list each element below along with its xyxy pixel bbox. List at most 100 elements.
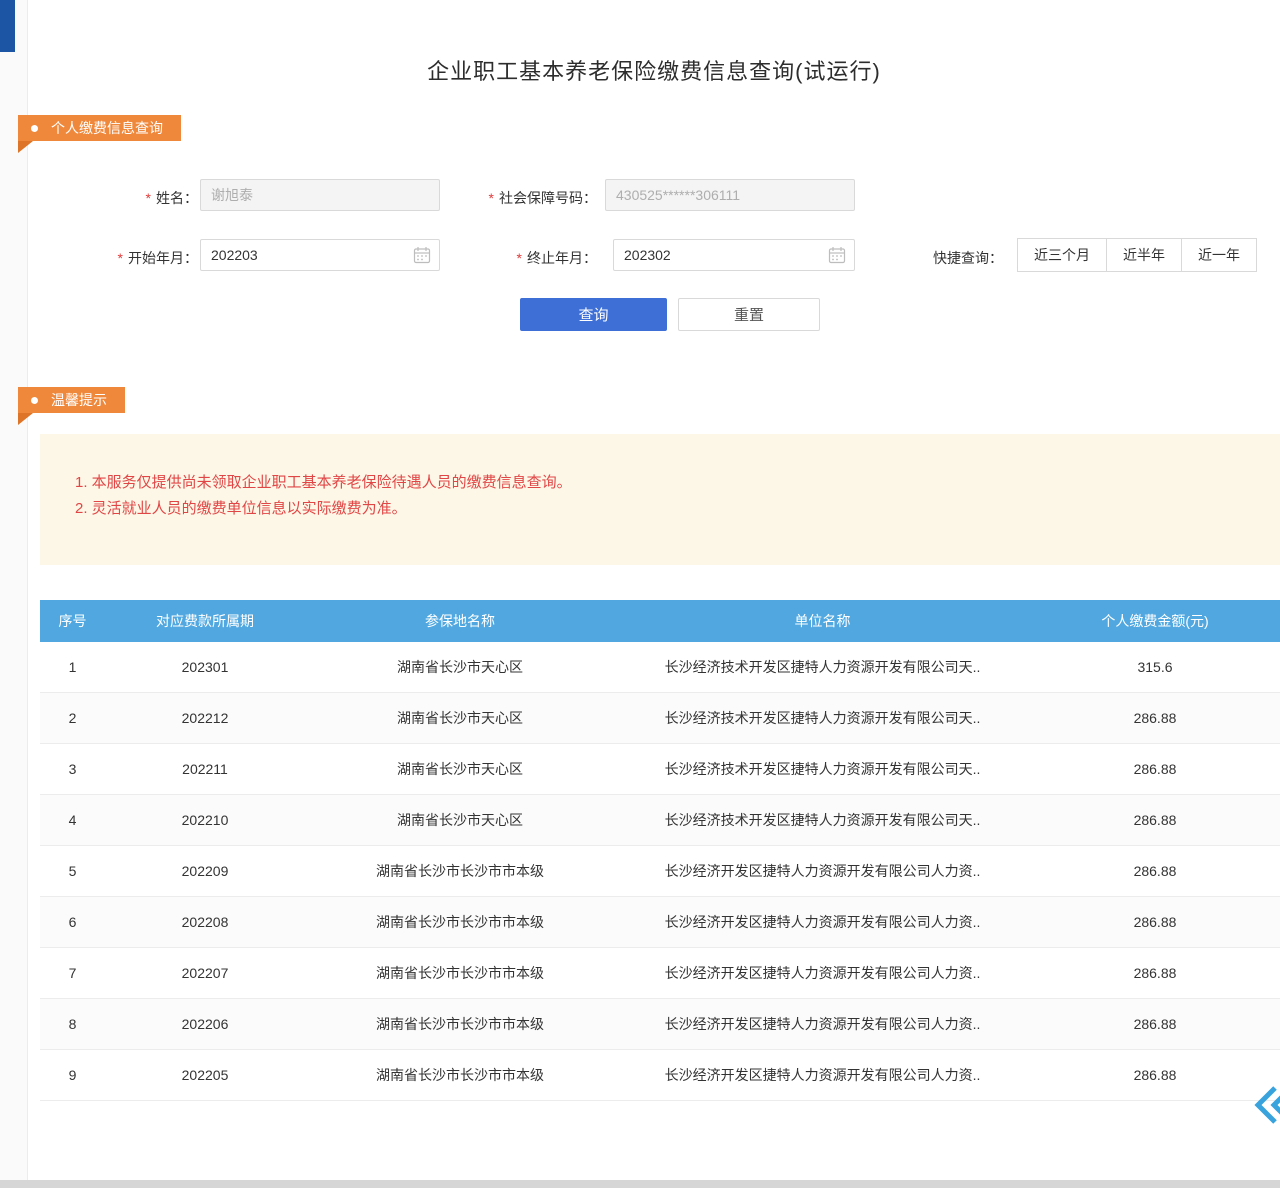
section-badge-label: 个人缴费信息查询	[51, 118, 163, 138]
table-cell: 5	[40, 846, 105, 897]
table-cell: 湖南省长沙市长沙市市本级	[305, 1050, 615, 1101]
required-mark: *	[146, 190, 151, 206]
table-row: 6202208湖南省长沙市长沙市市本级长沙经济开发区捷特人力资源开发有限公司人力…	[40, 897, 1280, 948]
table-cell: 长沙经济技术开发区捷特人力资源开发有限公司天..	[615, 744, 1030, 795]
badge-fold-decoration	[18, 413, 33, 425]
table-row: 4202210湖南省长沙市天心区长沙经济技术开发区捷特人力资源开发有限公司天..…	[40, 795, 1280, 846]
notice-box: 1. 本服务仅提供尚未领取企业职工基本养老保险待遇人员的缴费信息查询。 2. 灵…	[40, 434, 1280, 565]
table-row: 5202209湖南省长沙市长沙市市本级长沙经济开发区捷特人力资源开发有限公司人力…	[40, 846, 1280, 897]
table-row: 9202205湖南省长沙市长沙市市本级长沙经济开发区捷特人力资源开发有限公司人力…	[40, 1050, 1280, 1101]
sidebar-collapsed-tab[interactable]	[0, 0, 15, 52]
table-cell: 286.88	[1030, 948, 1280, 999]
table-cell: 202205	[105, 1050, 305, 1101]
pension-query-page: 企业职工基本养老保险缴费信息查询(试运行) 个人缴费信息查询 *姓名： *社会保…	[0, 0, 1280, 1188]
header-personal-amount: 个人缴费金额(元)	[1030, 600, 1280, 642]
table-cell: 湖南省长沙市长沙市市本级	[305, 999, 615, 1050]
double-chevron-left-icon[interactable]	[1249, 1083, 1280, 1132]
quick-query-group: 近三个月 近半年 近一年	[1018, 238, 1257, 272]
table-cell: 2	[40, 693, 105, 744]
table-cell: 7	[40, 948, 105, 999]
header-employer-name: 单位名称	[615, 600, 1030, 642]
required-mark: *	[118, 250, 123, 266]
table-cell: 286.88	[1030, 744, 1280, 795]
table-cell: 长沙经济技术开发区捷特人力资源开发有限公司天..	[615, 642, 1030, 693]
calendar-icon[interactable]	[828, 246, 846, 264]
bottom-border-strip	[0, 1180, 1280, 1188]
table-cell: 8	[40, 999, 105, 1050]
table-cell: 202212	[105, 693, 305, 744]
table-cell: 286.88	[1030, 1050, 1280, 1101]
table-cell: 长沙经济开发区捷特人力资源开发有限公司人力资..	[615, 1050, 1030, 1101]
table-cell: 9	[40, 1050, 105, 1101]
page-title: 企业职工基本养老保险缴费信息查询(试运行)	[28, 54, 1280, 86]
left-gutter	[0, 0, 28, 1188]
calendar-icon[interactable]	[413, 246, 431, 264]
notice-line-1: 1. 本服务仅提供尚未领取企业职工基本养老保险待遇人员的缴费信息查询。	[75, 470, 1260, 496]
table-cell: 286.88	[1030, 999, 1280, 1050]
header-insured-place: 参保地名称	[305, 600, 615, 642]
required-mark: *	[517, 250, 522, 266]
table-row: 2202212湖南省长沙市天心区长沙经济技术开发区捷特人力资源开发有限公司天..…	[40, 693, 1280, 744]
ssn-field[interactable]	[605, 179, 855, 211]
start-month-field[interactable]	[200, 239, 440, 271]
table-cell: 湖南省长沙市天心区	[305, 693, 615, 744]
ssn-label: *社会保障号码：	[450, 188, 597, 208]
required-mark: *	[489, 190, 494, 206]
table-cell: 长沙经济技术开发区捷特人力资源开发有限公司天..	[615, 795, 1030, 846]
query-button[interactable]: 查询	[520, 298, 667, 331]
table-cell: 286.88	[1030, 846, 1280, 897]
table-cell: 湖南省长沙市长沙市市本级	[305, 897, 615, 948]
name-label: *姓名：	[80, 188, 198, 208]
notice-line-2: 2. 灵活就业人员的缴费单位信息以实际缴费为准。	[75, 496, 1260, 522]
table-cell: 长沙经济开发区捷特人力资源开发有限公司人力资..	[615, 897, 1030, 948]
reset-button[interactable]: 重置	[678, 298, 820, 331]
table-row: 3202211湖南省长沙市天心区长沙经济技术开发区捷特人力资源开发有限公司天..…	[40, 744, 1280, 795]
table-cell: 3	[40, 744, 105, 795]
table-cell: 286.88	[1030, 795, 1280, 846]
table-cell: 长沙经济技术开发区捷特人力资源开发有限公司天..	[615, 693, 1030, 744]
table-cell: 6	[40, 897, 105, 948]
table-cell: 长沙经济开发区捷特人力资源开发有限公司人力资..	[615, 999, 1030, 1050]
bullet-dot-icon	[31, 397, 38, 404]
table-row: 8202206湖南省长沙市长沙市市本级长沙经济开发区捷特人力资源开发有限公司人力…	[40, 999, 1280, 1050]
quick-query-3months-button[interactable]: 近三个月	[1017, 238, 1107, 272]
header-seq: 序号	[40, 600, 105, 642]
section-badge-tips: 温馨提示	[18, 387, 125, 413]
table-cell: 1	[40, 642, 105, 693]
results-table: 序号 对应费款所属期 参保地名称 单位名称 个人缴费金额(元) 1202301湖…	[40, 600, 1280, 1101]
table-cell: 202209	[105, 846, 305, 897]
start-month-label: *开始年月：	[80, 248, 198, 268]
name-field[interactable]	[200, 179, 440, 211]
table-cell: 202208	[105, 897, 305, 948]
table-cell: 202301	[105, 642, 305, 693]
table-row: 7202207湖南省长沙市长沙市市本级长沙经济开发区捷特人力资源开发有限公司人力…	[40, 948, 1280, 999]
section-badge-personal-query: 个人缴费信息查询	[18, 115, 181, 141]
section-badge-label: 温馨提示	[51, 390, 107, 410]
table-cell: 湖南省长沙市天心区	[305, 795, 615, 846]
table-cell: 286.88	[1030, 693, 1280, 744]
badge-fold-decoration	[18, 141, 33, 153]
end-month-field[interactable]	[613, 239, 855, 271]
table-cell: 202207	[105, 948, 305, 999]
quick-query-1year-button[interactable]: 近一年	[1181, 238, 1257, 272]
table-cell: 202211	[105, 744, 305, 795]
quick-query-label: 快捷查询：	[933, 248, 1003, 268]
table-cell: 湖南省长沙市天心区	[305, 744, 615, 795]
table-body: 1202301湖南省长沙市天心区长沙经济技术开发区捷特人力资源开发有限公司天..…	[40, 642, 1280, 1101]
table-cell: 202210	[105, 795, 305, 846]
bullet-dot-icon	[31, 125, 38, 132]
table-cell: 315.6	[1030, 642, 1280, 693]
end-month-label: *终止年月：	[450, 248, 597, 268]
table-cell: 湖南省长沙市天心区	[305, 642, 615, 693]
table-cell: 湖南省长沙市长沙市市本级	[305, 846, 615, 897]
table-header: 序号 对应费款所属期 参保地名称 单位名称 个人缴费金额(元)	[40, 600, 1280, 642]
quick-query-halfyear-button[interactable]: 近半年	[1106, 238, 1182, 272]
table-cell: 286.88	[1030, 897, 1280, 948]
table-row: 1202301湖南省长沙市天心区长沙经济技术开发区捷特人力资源开发有限公司天..…	[40, 642, 1280, 693]
table-cell: 长沙经济开发区捷特人力资源开发有限公司人力资..	[615, 846, 1030, 897]
table-cell: 湖南省长沙市长沙市市本级	[305, 948, 615, 999]
header-fee-period: 对应费款所属期	[105, 600, 305, 642]
table-cell: 202206	[105, 999, 305, 1050]
table-cell: 4	[40, 795, 105, 846]
table-cell: 长沙经济开发区捷特人力资源开发有限公司人力资..	[615, 948, 1030, 999]
